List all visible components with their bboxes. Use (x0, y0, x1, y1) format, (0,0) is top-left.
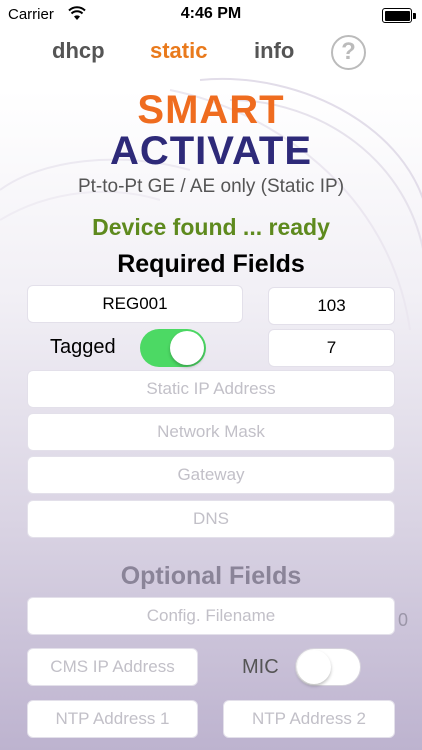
dns-field[interactable]: DNS (27, 500, 395, 538)
vlan-id-field[interactable]: 7 (268, 329, 395, 367)
mic-label: MIC (242, 656, 279, 678)
reg-id-field[interactable]: REG001 (27, 285, 243, 323)
logo-smart: SMART (137, 88, 285, 132)
status-bar: Carrier 4:46 PM (0, 0, 422, 30)
help-button[interactable]: ? (331, 35, 366, 70)
subtitle: Pt-to-Pt GE / AE only (Static IP) (77, 176, 345, 197)
ntp-address-1-field[interactable]: NTP Address 1 (27, 700, 198, 738)
toggle-knob (170, 331, 204, 365)
tab-static[interactable]: static (150, 38, 207, 64)
optional-fields-title: Optional Fields (120, 562, 302, 590)
tab-info[interactable]: info (254, 38, 294, 64)
toggle-knob (297, 650, 331, 684)
device-status-message: Device found ... ready (92, 214, 330, 240)
logo-activate: ACTIVATE (109, 129, 313, 173)
cms-ip-field[interactable]: CMS IP Address (27, 648, 198, 686)
required-fields-title: Required Fields (117, 250, 305, 278)
port-number-field[interactable]: 103 (268, 287, 395, 325)
tagged-toggle[interactable] (140, 329, 206, 367)
ntp-address-2-field[interactable]: NTP Address 2 (223, 700, 395, 738)
gateway-field[interactable]: Gateway (27, 456, 395, 494)
edge-digit: 0 (398, 610, 409, 630)
network-mask-field[interactable]: Network Mask (27, 413, 395, 451)
clock-time: 4:46 PM (180, 5, 242, 22)
tab-dhcp[interactable]: dhcp (52, 38, 105, 64)
battery-icon (382, 8, 416, 23)
tagged-label: Tagged (50, 336, 116, 358)
config-filename-field[interactable]: Config. Filename (27, 597, 395, 635)
mic-toggle[interactable] (295, 648, 361, 686)
static-ip-field[interactable]: Static IP Address (27, 370, 395, 408)
